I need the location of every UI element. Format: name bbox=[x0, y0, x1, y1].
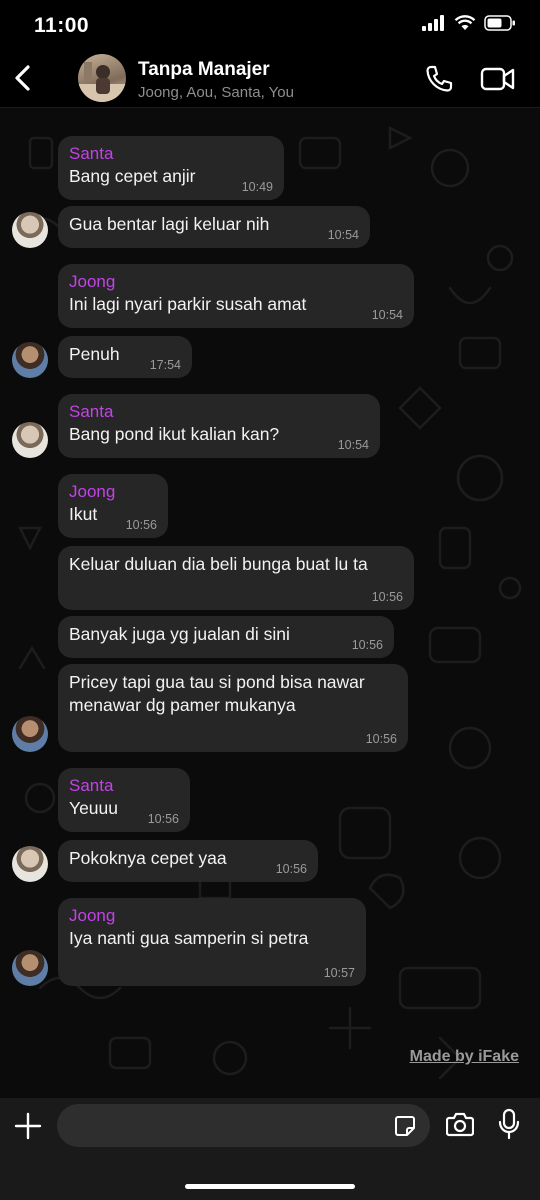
message-text: Keluar duluan dia beli bunga buat lu ta bbox=[69, 554, 368, 574]
sender-name: Santa bbox=[69, 776, 114, 795]
status-icons bbox=[422, 15, 516, 31]
composer-bar bbox=[0, 1098, 540, 1200]
sender-name: Joong bbox=[69, 906, 116, 925]
sender-name: Santa bbox=[69, 144, 114, 163]
message-text: Banyak juga yg jualan di sini bbox=[69, 624, 290, 644]
message-input[interactable] bbox=[57, 1104, 430, 1147]
microphone-icon[interactable] bbox=[498, 1108, 520, 1140]
message-time: 10:49 bbox=[241, 180, 273, 194]
group-avatar[interactable] bbox=[78, 54, 126, 102]
message-bubble[interactable]: Joong Ini lagi nyari parkir susah amat 1… bbox=[58, 264, 414, 328]
sticker-icon[interactable] bbox=[394, 1115, 416, 1137]
message-bubble[interactable]: Banyak juga yg jualan di sini 10:56 bbox=[58, 616, 394, 658]
home-indicator[interactable] bbox=[185, 1184, 355, 1189]
avatar[interactable] bbox=[12, 846, 48, 882]
message-time: 10:56 bbox=[147, 812, 179, 826]
message-text: Bang pond ikut kalian kan? bbox=[69, 424, 280, 444]
watermark[interactable]: Made by iFake bbox=[410, 1048, 519, 1066]
back-arrow-icon[interactable] bbox=[8, 62, 40, 94]
signal-icon bbox=[422, 15, 444, 31]
message-time: 10:56 bbox=[275, 862, 307, 876]
message-bubble[interactable]: Pricey tapi gua tau si pond bisa nawar m… bbox=[58, 664, 408, 752]
sender-name: Joong bbox=[69, 272, 116, 291]
message-time: 10:56 bbox=[371, 590, 403, 604]
wifi-icon bbox=[454, 15, 476, 30]
message-time: 10:54 bbox=[371, 308, 403, 322]
message-bubble[interactable]: Joong Ikut 10:56 bbox=[58, 474, 168, 538]
message-text: Iya nanti gua samperin si petra bbox=[69, 928, 309, 948]
message-text: Gua bentar lagi keluar nih bbox=[69, 214, 270, 234]
message-bubble[interactable]: Penuh 17:54 bbox=[58, 336, 192, 378]
avatar[interactable] bbox=[12, 950, 48, 986]
sender-name: Santa bbox=[69, 402, 114, 421]
message-bubble[interactable]: Keluar duluan dia beli bunga buat lu ta … bbox=[58, 546, 414, 610]
message-time: 10:54 bbox=[327, 228, 359, 242]
battery-icon bbox=[484, 15, 515, 31]
message-time: 17:54 bbox=[149, 358, 181, 372]
plus-icon[interactable] bbox=[14, 1112, 42, 1140]
avatar[interactable] bbox=[12, 716, 48, 752]
message-text: Pricey tapi gua tau si pond bisa nawar m… bbox=[69, 672, 370, 715]
message-bubble[interactable]: Santa Yeuuu 10:56 bbox=[58, 768, 190, 832]
status-time: 11:00 bbox=[34, 14, 90, 37]
sender-name: Joong bbox=[69, 482, 116, 501]
message-bubble[interactable]: Gua bentar lagi keluar nih 10:54 bbox=[58, 206, 370, 248]
avatar[interactable] bbox=[12, 342, 48, 378]
phone-icon[interactable] bbox=[424, 64, 454, 94]
status-bar: 11:00 bbox=[0, 0, 540, 50]
message-time: 10:56 bbox=[351, 638, 383, 652]
message-time: 10:54 bbox=[337, 438, 369, 452]
message-bubble[interactable]: Pokoknya cepet yaa 10:56 bbox=[58, 840, 318, 882]
message-bubble[interactable]: Santa Bang cepet anjir 10:49 bbox=[58, 136, 284, 200]
chat-members[interactable]: Joong, Aou, Santa, You bbox=[138, 84, 294, 101]
camera-icon[interactable] bbox=[446, 1111, 474, 1137]
message-time: 10:56 bbox=[125, 518, 157, 532]
message-time: 10:57 bbox=[323, 966, 355, 980]
chat-title[interactable]: Tanpa Manajer bbox=[138, 59, 270, 81]
message-text: Pokoknya cepet yaa bbox=[69, 848, 227, 868]
chat-header: Tanpa Manajer Joong, Aou, Santa, You bbox=[0, 50, 540, 108]
message-text: Ini lagi nyari parkir susah amat bbox=[69, 294, 307, 314]
message-time: 10:56 bbox=[365, 732, 397, 746]
avatar[interactable] bbox=[12, 422, 48, 458]
message-list[interactable]: Santa Bang cepet anjir 10:49 Gua bentar … bbox=[0, 108, 540, 1098]
message-bubble[interactable]: Santa Bang pond ikut kalian kan? 10:54 bbox=[58, 394, 380, 458]
video-camera-icon[interactable] bbox=[480, 66, 516, 92]
avatar[interactable] bbox=[12, 212, 48, 248]
message-bubble[interactable]: Joong Iya nanti gua samperin si petra 10… bbox=[58, 898, 366, 986]
